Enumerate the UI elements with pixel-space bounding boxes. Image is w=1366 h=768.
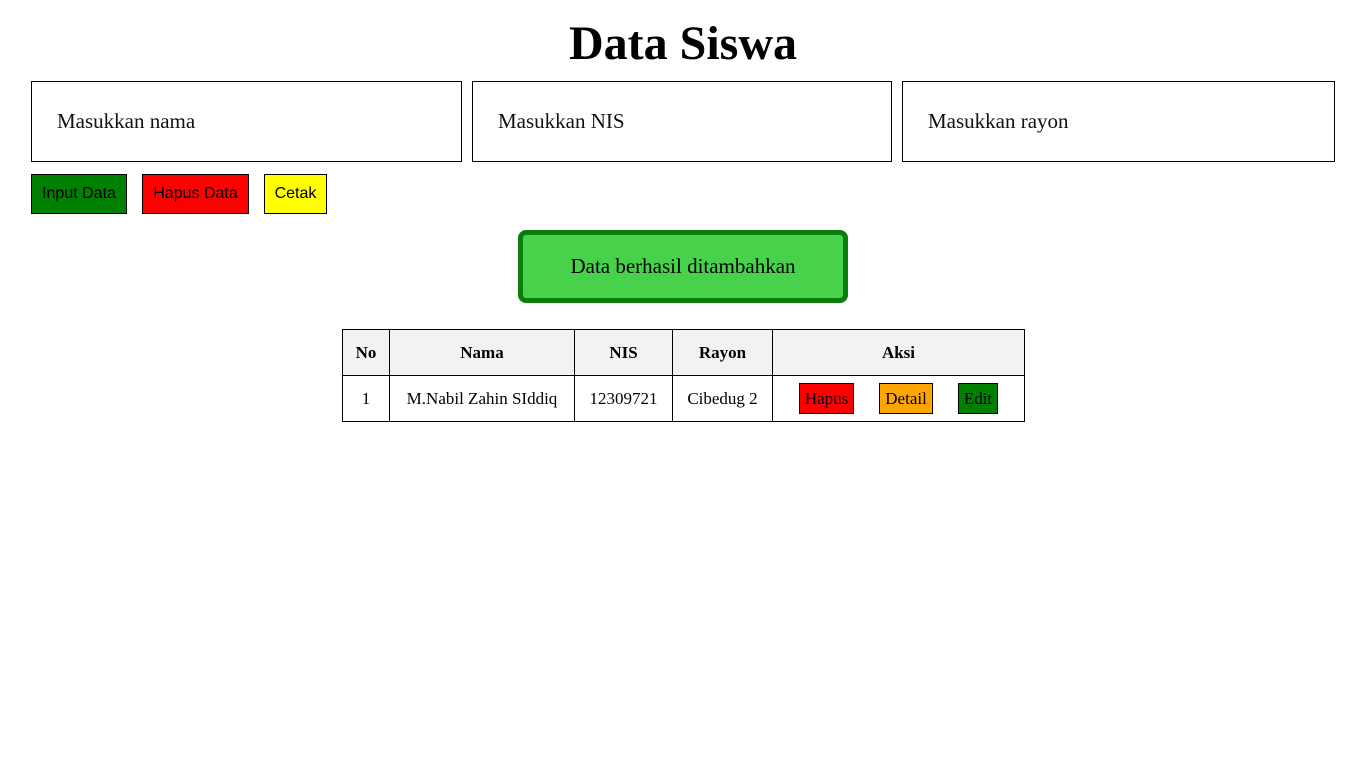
header-rayon: Rayon — [672, 329, 773, 376]
nis-input[interactable] — [472, 81, 892, 162]
row-edit-button[interactable]: Edit — [957, 383, 999, 414]
row-detail-button[interactable]: Detail — [879, 383, 933, 414]
table-header-row: No Nama NIS Rayon Aksi — [342, 329, 1025, 376]
header-nama: Nama — [389, 329, 575, 376]
cell-nama: M.Nabil Zahin SIddiq — [389, 375, 575, 422]
cell-no: 1 — [342, 375, 390, 422]
hapus-data-button[interactable]: Hapus Data — [142, 174, 249, 214]
row-hapus-button[interactable]: Hapus — [798, 383, 855, 414]
rayon-input[interactable] — [902, 81, 1335, 162]
alert-message: Data berhasil ditambahkan — [570, 254, 796, 278]
nama-input[interactable] — [31, 81, 462, 162]
header-no: No — [342, 329, 390, 376]
cetak-button[interactable]: Cetak — [264, 174, 327, 214]
data-table: No Nama NIS Rayon Aksi 1 M.Nabil Zahin S… — [342, 329, 1025, 422]
success-alert: Data berhasil ditambahkan — [518, 230, 848, 303]
page-title: Data Siswa — [568, 17, 798, 70]
input-data-button[interactable]: Input Data — [31, 174, 127, 214]
cell-rayon: Cibedug 2 — [672, 375, 773, 422]
row-actions: Hapus Detail Edit — [773, 383, 1024, 414]
cell-nis: 12309721 — [574, 375, 673, 422]
header-nis: NIS — [574, 329, 673, 376]
header-aksi: Aksi — [772, 329, 1025, 376]
cell-aksi: Hapus Detail Edit — [772, 375, 1025, 422]
table-row: 1 M.Nabil Zahin SIddiq 12309721 Cibedug … — [342, 375, 1025, 422]
